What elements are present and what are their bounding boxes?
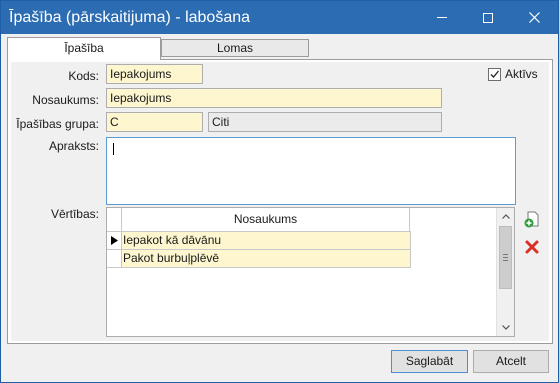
tab-property[interactable]: Īpašība [7,37,161,60]
text-caret [113,143,114,155]
row-name-cell[interactable]: Iepakot kā dāvānu [122,232,411,250]
minimize-icon [437,17,447,18]
maximize-icon [483,12,493,23]
values-label: Vērtības: [50,207,99,221]
minimize-button[interactable] [419,1,465,34]
code-field[interactable]: Iepakojums [106,64,203,84]
description-label: Apraksts: [48,139,99,153]
scroll-up-button[interactable] [497,208,515,225]
code-label: Kods: [68,69,99,83]
cancel-button[interactable]: Atcelt [473,350,549,373]
window-title: Īpašība (pārskaitijuma) - labošana [9,9,251,26]
save-button[interactable]: Saglabāt [391,350,468,373]
delete-row-button[interactable] [524,239,542,257]
column-header-name[interactable]: Nosaukums [122,208,410,232]
dialog-window: Īpašība (pārskaitijuma) - labošana Īpašī… [0,0,559,383]
add-row-button[interactable] [523,211,541,229]
row-name-cell[interactable]: Pakot burbuļplēvē [122,250,411,268]
scroll-down-button[interactable] [497,319,515,336]
grip-line [503,254,508,255]
checkmark-icon [490,70,499,78]
row-indicator[interactable] [107,250,122,268]
close-icon [528,12,540,23]
grid-header-indicator [107,208,122,232]
group-label: Īpašības grupa: [16,117,99,131]
chevron-up-icon [502,214,510,219]
grid-header: Nosaukums [107,208,411,232]
name-label: Nosaukums: [32,93,99,107]
row-indicator[interactable] [107,232,122,250]
active-checkbox-label: Aktīvs [505,67,538,81]
close-button[interactable] [511,1,557,34]
grid-vertical-scrollbar[interactable] [496,208,514,336]
description-textarea[interactable] [106,137,516,205]
tab-roles[interactable]: Lomas [161,39,309,57]
title-bar[interactable]: Īpašība (pārskaitijuma) - labošana [1,1,558,34]
group-name-field: Citi [208,112,442,132]
name-field[interactable]: Iepakojums [106,88,442,108]
grip-line [503,257,508,258]
delete-row-icon [525,240,539,254]
values-grid[interactable]: Nosaukums Iepakot kā dāvānu Pakot burbuļ… [106,207,515,337]
chevron-down-icon [502,325,510,330]
add-row-icon [524,211,539,228]
group-code-field[interactable]: C [106,112,203,132]
active-checkbox[interactable]: Aktīvs [488,67,538,81]
current-row-arrow-icon [111,236,118,245]
scrollbar-thumb[interactable] [499,226,512,289]
maximize-button[interactable] [465,1,511,34]
active-checkbox-box[interactable] [488,67,501,81]
table-row[interactable]: Pakot burbuļplēvē [107,250,411,268]
table-row[interactable]: Iepakot kā dāvānu [107,232,411,250]
grip-line [503,260,508,261]
